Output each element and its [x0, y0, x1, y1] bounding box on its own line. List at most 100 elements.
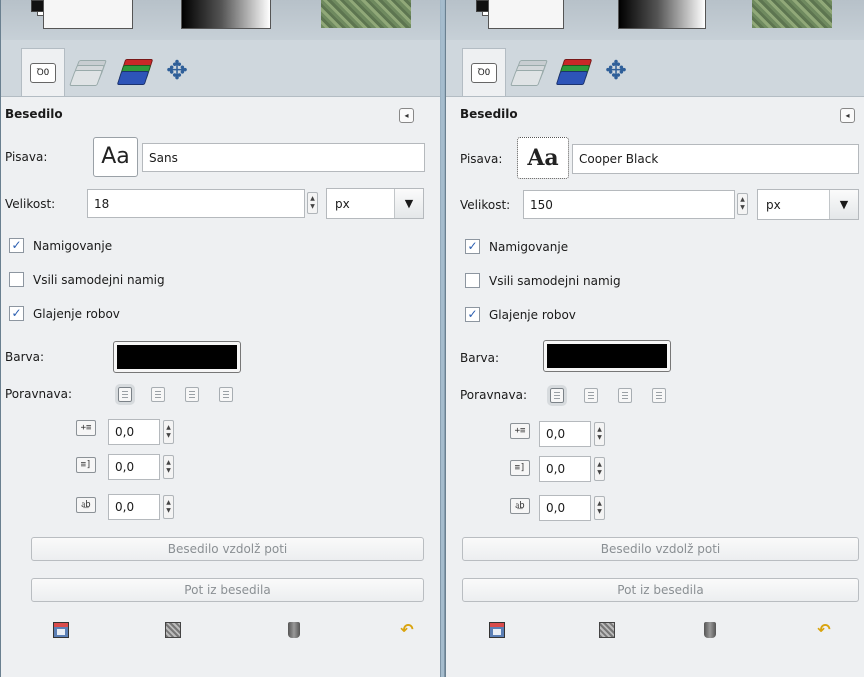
font-name-input[interactable]: Cooper Black [572, 144, 859, 174]
letter-spacing-icon: a͟b [510, 498, 530, 514]
font-label: Pisava: [460, 152, 503, 166]
justify-right-button[interactable] [151, 387, 165, 402]
color-button[interactable] [543, 340, 671, 372]
tool-options-icon: ꝹO [30, 62, 56, 83]
unit-select[interactable]: px ▼ [326, 188, 424, 219]
color-button[interactable] [113, 341, 241, 373]
line-spacing-input[interactable]: 0,0 [108, 454, 160, 480]
channels-icon [116, 57, 154, 85]
hinting-checkbox[interactable]: ✓ [465, 239, 480, 254]
letter-spacing-icon: a͟b [76, 497, 96, 513]
toolbox-strip [1, 0, 440, 41]
tab-layers[interactable] [506, 48, 550, 94]
dock-tabs: ꝹO ✥ [1, 40, 440, 97]
indent-icon: +≡ [76, 420, 96, 436]
antialias-checkbox[interactable]: ✓ [9, 306, 24, 321]
move-icon: ✥ [166, 56, 188, 86]
restore-preset-icon[interactable] [599, 622, 615, 638]
color-label: Barva: [460, 351, 500, 365]
justify-center-button[interactable] [185, 387, 199, 402]
save-preset-icon[interactable] [489, 622, 505, 638]
panel-menu-icon[interactable]: ◂ [840, 108, 855, 123]
check-icon: ✓ [467, 307, 478, 321]
panel-menu-icon[interactable]: ◂ [399, 108, 414, 123]
force-autohint-checkbox[interactable] [9, 272, 24, 287]
letter-spacing-input[interactable]: 0,0 [108, 494, 160, 520]
gradient-preview[interactable] [618, 0, 706, 29]
indent-spinner[interactable]: ▲ ▼ [163, 420, 174, 444]
color-label: Barva: [5, 350, 45, 364]
indent-input[interactable]: 0,0 [108, 419, 160, 445]
force-autohint-label: Vsili samodejni namig [489, 274, 621, 288]
line-spacing-spinner[interactable]: ▲ ▼ [594, 457, 605, 481]
pattern-preview[interactable] [321, 0, 411, 28]
size-label: Velikost: [5, 197, 56, 211]
path-from-text-button[interactable]: Pot iz besedila [31, 578, 424, 602]
indent-icon: +≡ [510, 423, 530, 439]
font-preview-button[interactable]: Aa [517, 137, 569, 179]
force-autohint-checkbox[interactable] [465, 273, 480, 288]
brush-preview[interactable] [488, 0, 564, 29]
justify-center-button[interactable] [618, 388, 632, 403]
tab-channels[interactable] [111, 48, 155, 94]
antialias-checkbox[interactable]: ✓ [465, 307, 480, 322]
justify-fill-button[interactable] [219, 387, 233, 402]
reset-defaults-icon[interactable]: ↶ [816, 622, 832, 638]
unit-value: px [335, 196, 350, 211]
antialias-label: Glajenje robov [489, 308, 576, 322]
font-name-input[interactable]: Sans [142, 143, 425, 172]
unit-select[interactable]: px ▼ [757, 189, 859, 220]
pattern-preview[interactable] [752, 0, 832, 28]
font-preview-button[interactable]: Aa [93, 137, 138, 177]
tab-tool-options[interactable]: ꝹO [462, 48, 506, 96]
size-input[interactable]: 18 [87, 189, 305, 218]
justify-left-button[interactable] [115, 384, 135, 405]
hinting-label: Namigovanje [33, 239, 113, 253]
reset-defaults-icon[interactable]: ↶ [399, 622, 415, 638]
tab-tool-options[interactable]: ꝹO [21, 48, 65, 96]
hinting-label: Namigovanje [489, 240, 569, 254]
unit-value: px [766, 197, 781, 212]
justify-fill-button[interactable] [652, 388, 666, 403]
justify-label: Poravnava: [460, 388, 527, 402]
tool-options-panel-left: ꝹO ✥ Besedilo ◂ Pisava: Aa Sans Velikost… [0, 0, 440, 677]
move-icon: ✥ [605, 56, 627, 86]
path-from-text-button[interactable]: Pot iz besedila [462, 578, 859, 602]
tab-move[interactable]: ✥ [594, 48, 638, 94]
text-along-path-button[interactable]: Besedilo vzdolž poti [31, 537, 424, 561]
layers-icon [69, 58, 107, 86]
delete-preset-icon[interactable] [288, 622, 300, 638]
size-input[interactable]: 150 [523, 190, 735, 219]
tab-move[interactable]: ✥ [155, 48, 199, 94]
line-spacing-input[interactable]: 0,0 [539, 456, 591, 482]
indent-input[interactable]: 0,0 [539, 421, 591, 447]
layers-icon [510, 58, 548, 86]
font-label: Pisava: [5, 150, 48, 164]
justify-right-button[interactable] [584, 388, 598, 403]
letter-spacing-input[interactable]: 0,0 [539, 495, 591, 521]
justify-label: Poravnava: [5, 387, 72, 401]
chevron-down-icon: ▼ [394, 189, 423, 218]
size-spinner[interactable]: ▲ ▼ [307, 192, 318, 214]
letter-spacing-spinner[interactable]: ▲ ▼ [163, 495, 174, 519]
text-along-path-button[interactable]: Besedilo vzdolž poti [462, 537, 859, 561]
indent-spinner[interactable]: ▲ ▼ [594, 422, 605, 446]
save-preset-icon[interactable] [53, 622, 69, 638]
section-title: Besedilo [460, 107, 518, 121]
line-spacing-spinner[interactable]: ▲ ▼ [163, 455, 174, 479]
tool-options-icon: ꝹO [471, 62, 497, 83]
letter-spacing-spinner[interactable]: ▲ ▼ [594, 496, 605, 520]
tab-channels[interactable] [550, 48, 594, 94]
brush-preview[interactable] [43, 0, 133, 29]
size-spinner[interactable]: ▲ ▼ [737, 193, 748, 215]
tab-layers[interactable] [65, 48, 109, 94]
check-icon: ✓ [11, 306, 22, 320]
hinting-checkbox[interactable]: ✓ [9, 238, 24, 253]
restore-preset-icon[interactable] [165, 622, 181, 638]
color-swatch [117, 345, 237, 369]
delete-preset-icon[interactable] [704, 622, 716, 638]
dock-tabs: ꝹO ✥ [446, 40, 864, 97]
toolbox-strip [446, 0, 864, 41]
justify-left-button[interactable] [547, 385, 567, 406]
gradient-preview[interactable] [181, 0, 271, 29]
